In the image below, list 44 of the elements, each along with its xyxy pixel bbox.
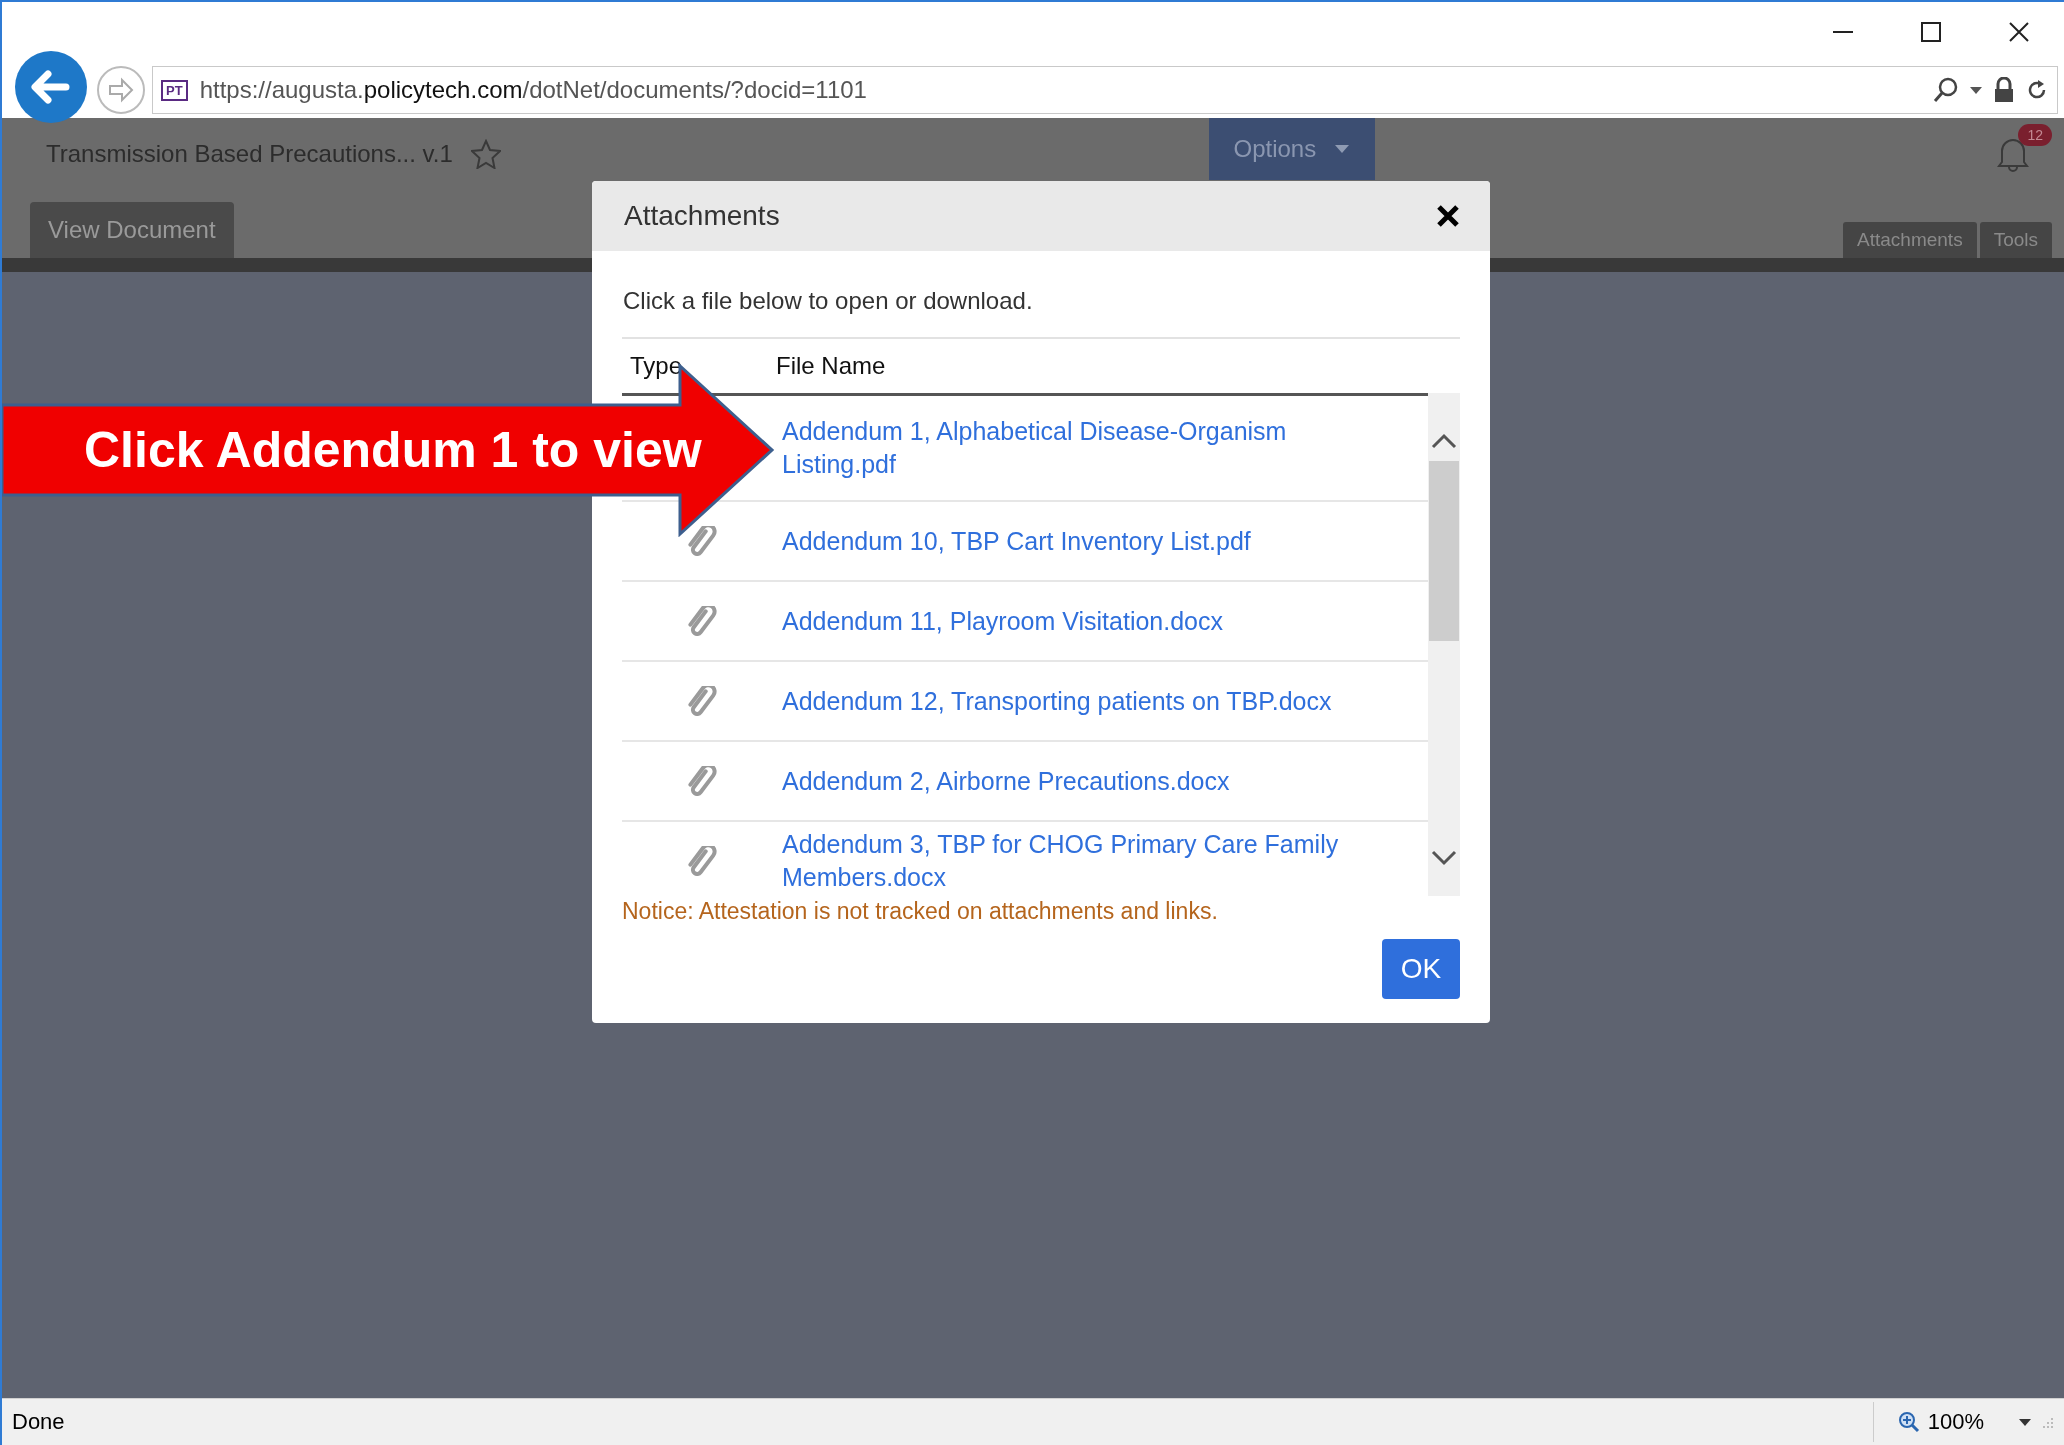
paperclip-icon (685, 686, 719, 716)
options-button[interactable]: Options (1208, 118, 1375, 180)
paperclip-icon (685, 606, 719, 636)
close-icon[interactable] (1436, 204, 1460, 228)
address-field[interactable]: PT https://augusta.policytech.com/dotNet/documents/?docid=1101 (152, 66, 2058, 114)
dialog-title: Attachments (624, 200, 780, 232)
lock-icon (1993, 77, 2015, 103)
callout-text: Click Addendum 1 to view (84, 421, 702, 480)
resize-grip-icon[interactable] (2040, 1415, 2054, 1429)
scroll-down-icon[interactable] (1431, 850, 1457, 866)
status-text: Done (12, 1409, 65, 1435)
header-tab[interactable]: Tools (1979, 222, 2052, 258)
file-link[interactable]: Addendum 2, Airborne Precautions.docx (782, 758, 1342, 804)
scrollbar-thumb[interactable] (1429, 461, 1459, 641)
view-tab[interactable]: View Document (30, 202, 234, 258)
notification-badge: 12 (2018, 124, 2052, 146)
maximize-icon[interactable] (1920, 21, 1942, 43)
caret-icon[interactable] (1969, 85, 1983, 95)
ok-button[interactable]: OK (1382, 939, 1460, 999)
scroll-up-icon[interactable] (1431, 433, 1457, 449)
site-icon: PT (161, 79, 188, 101)
zoom-level[interactable]: 100% (1927, 1409, 1984, 1435)
file-link[interactable]: Addendum 10, TBP Cart Inventory List.pdf (782, 518, 1342, 564)
header-tab[interactable]: Attachments (1843, 222, 1977, 258)
paperclip-icon (685, 846, 719, 876)
star-icon[interactable] (470, 139, 501, 169)
file-link[interactable]: Addendum 11, Playroom Visitation.docx (782, 598, 1342, 644)
file-link[interactable]: Addendum 12, Transporting patients on TBP.docx (782, 678, 1342, 724)
column-header: Type (629, 352, 684, 380)
zoom-icon[interactable] (1897, 1411, 1920, 1433)
file-link[interactable]: Addendum 3, TBP for CHOG Primary Care Family Members.docx (782, 822, 1342, 896)
caret-icon (1334, 144, 1351, 154)
column-header: File Name (776, 352, 886, 380)
scrollbar[interactable] (1428, 393, 1460, 896)
instruction-text: Click a file below to open or download. (623, 287, 1034, 315)
close-icon[interactable] (2008, 21, 2030, 43)
paperclip-icon (685, 766, 719, 796)
caret-icon[interactable] (2018, 1417, 2032, 1427)
document-title: Transmission Based Precautions... v.1 (46, 140, 453, 168)
paperclip-icon (685, 526, 719, 556)
back-button[interactable] (14, 50, 88, 124)
search-icon[interactable] (1933, 77, 1959, 103)
file-link[interactable]: Addendum 1, Alphabetical Disease-Organism Listing.pdf (782, 409, 1342, 487)
notice-text: Notice: Attestation is not tracked on attachments and links. (622, 898, 1219, 925)
